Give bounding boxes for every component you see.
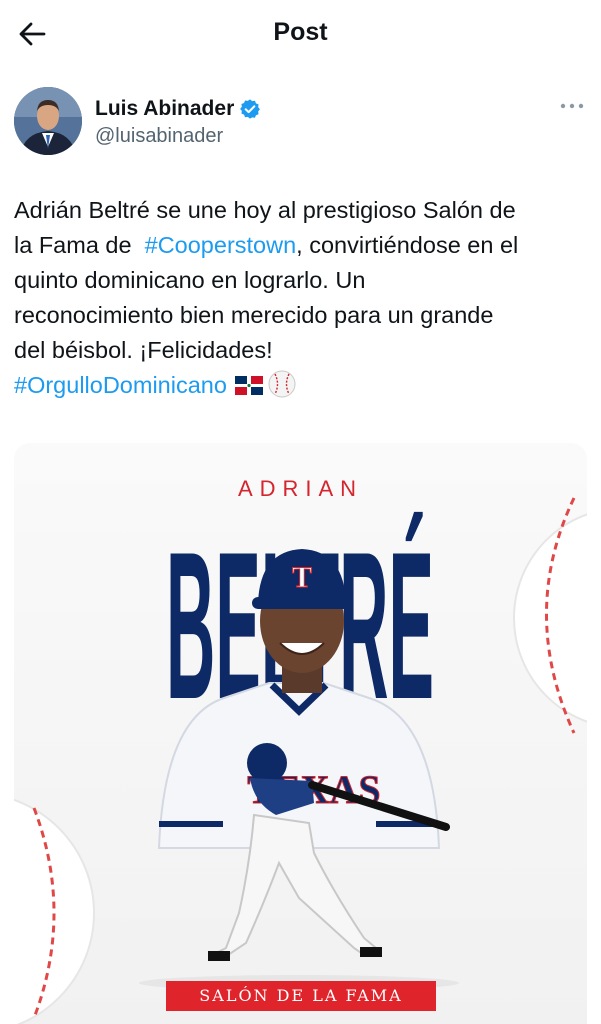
hashtag-cooperstown[interactable]: #Cooperstown xyxy=(145,232,297,258)
tweet-line-2-pre: la Fama de xyxy=(14,232,145,258)
baseball-left-icon xyxy=(14,798,95,1024)
tweet-line-4: reconocimiento bien merecido para un gra… xyxy=(14,302,494,328)
tweet-line-1: Adrián Beltré se une hoy al prestigioso … xyxy=(14,197,516,223)
tweet-line-5: del béisbol. ¡Felicidades! xyxy=(14,337,273,363)
poster-first-name: ADRIAN xyxy=(237,476,364,501)
post-image[interactable]: BELTRÉ TEXAS T ADRIAN SALÓN DE LA FAMA xyxy=(14,443,587,1024)
dominican-republic-flag-icon xyxy=(234,376,263,395)
more-options-icon[interactable] xyxy=(557,94,587,118)
tweet-line-2: la Fama de #Cooperstown, convirtiéndose … xyxy=(14,228,594,263)
verified-badge-icon xyxy=(240,99,261,119)
author-handle[interactable]: @luisabinader xyxy=(95,125,223,148)
poster-banner: SALÓN DE LA FAMA xyxy=(166,981,436,1011)
hall-of-fame-poster: BELTRÉ TEXAS T xyxy=(14,497,587,1024)
author-name-row: Luis Abinader xyxy=(95,96,261,122)
cap-logo: T xyxy=(292,561,312,594)
hashtag-orgullo-dominicano[interactable]: #OrgulloDominicano xyxy=(14,372,227,398)
page-title: Post xyxy=(273,18,328,46)
top-bar: Post xyxy=(0,0,601,70)
tweet-line-2-post: , convirtiéndose en el xyxy=(296,232,519,258)
baseball-icon xyxy=(268,370,296,398)
tweet-line-6: #OrgulloDominicano xyxy=(14,368,594,403)
tweet-text: Adrián Beltré se une hoy al prestigioso … xyxy=(14,193,594,403)
avatar-portrait-icon xyxy=(14,87,82,155)
baseball-right-icon xyxy=(513,497,587,734)
tweet-line-3: quinto dominicano en lograrlo. Un xyxy=(14,267,366,293)
author-name[interactable]: Luis Abinader xyxy=(95,97,234,121)
avatar[interactable] xyxy=(14,87,82,155)
